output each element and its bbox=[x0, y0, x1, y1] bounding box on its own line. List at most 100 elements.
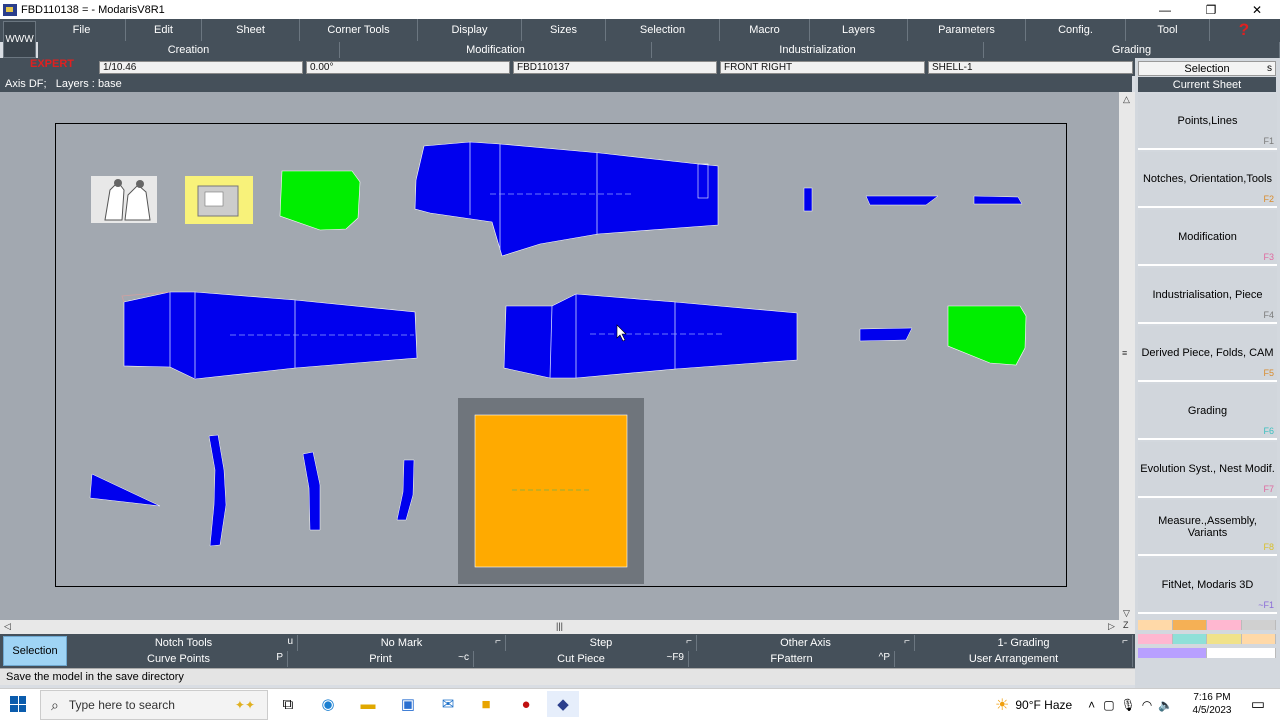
menu-corner-tools[interactable]: Corner Tools bbox=[300, 19, 418, 41]
blue-piece-sleeve-left[interactable] bbox=[121, 291, 418, 380]
blue-piece-curve-3[interactable] bbox=[396, 459, 415, 521]
no-mark-button[interactable]: No Mark ⌐ bbox=[298, 635, 506, 651]
fkey-measure-assembly[interactable]: Measure.,Assembly, Variants F8 bbox=[1138, 500, 1277, 556]
model-field[interactable]: FBD110137 bbox=[513, 61, 717, 74]
task-view-icon[interactable]: ⧉ bbox=[272, 691, 304, 717]
menu-layers[interactable]: Layers bbox=[810, 19, 908, 41]
angle-field[interactable]: 0.00° bbox=[306, 61, 510, 74]
blue-piece-sleeve-top[interactable] bbox=[414, 141, 719, 257]
selection-mode-button[interactable]: Selection bbox=[3, 636, 67, 666]
scroll-left-icon[interactable]: ◁ bbox=[4, 621, 11, 632]
fkey-notches[interactable]: Notches, Orientation,Tools F2 bbox=[1138, 152, 1277, 208]
scroll-right-icon[interactable]: ▷ bbox=[1108, 621, 1115, 632]
menu-edit[interactable]: Edit bbox=[126, 19, 202, 41]
piece-field[interactable]: FRONT RIGHT bbox=[720, 61, 925, 74]
user-arrangement-button[interactable]: User Arrangement bbox=[895, 651, 1133, 667]
scale-field[interactable]: 1/10.46 bbox=[99, 61, 303, 74]
fkey-points-lines[interactable]: Points,Lines F1 bbox=[1138, 94, 1277, 150]
zoom-icon[interactable]: Z bbox=[1123, 620, 1129, 630]
menu-sizes[interactable]: Sizes bbox=[522, 19, 606, 41]
fkey-grading[interactable]: Grading F6 bbox=[1138, 384, 1277, 440]
fkey-shortcut: F2 bbox=[1263, 194, 1274, 204]
file-explorer-icon[interactable]: ▬ bbox=[352, 691, 384, 717]
menu-tool[interactable]: Tool bbox=[1126, 19, 1210, 41]
fpattern-button[interactable]: FPattern ^P bbox=[689, 651, 895, 667]
blue-piece-sleeve-right[interactable] bbox=[503, 293, 798, 379]
shortcut-label: ^P bbox=[878, 652, 890, 663]
scroll-thumb-icon[interactable]: ≡ bbox=[1122, 348, 1127, 358]
menu-selection[interactable]: Selection bbox=[606, 19, 720, 41]
www-button[interactable]: WWW bbox=[3, 21, 36, 58]
submenu-industrialization[interactable]: Industrialization bbox=[652, 42, 984, 58]
blue-piece-small-3[interactable] bbox=[973, 195, 1023, 205]
blue-piece-small-1[interactable] bbox=[803, 187, 813, 212]
edge-browser-icon[interactable]: ◉ bbox=[312, 691, 344, 717]
color-palette-row-3[interactable] bbox=[1138, 648, 1276, 658]
blue-piece-small-4[interactable] bbox=[859, 327, 913, 342]
fkey-fitnet[interactable]: FitNet, Modaris 3D ~F1 bbox=[1138, 558, 1277, 614]
print-button[interactable]: Print ~c bbox=[288, 651, 474, 667]
notifications-icon[interactable]: ▭ bbox=[1242, 691, 1274, 717]
store-icon[interactable]: ▣ bbox=[392, 691, 424, 717]
fkey-modification[interactable]: Modification F3 bbox=[1138, 210, 1277, 266]
weather-text[interactable]: 90°F Haze bbox=[1015, 698, 1072, 712]
recorder-icon[interactable]: ● bbox=[510, 691, 542, 717]
curve-points-button[interactable]: Curve Points P bbox=[70, 651, 288, 667]
blue-piece-triangle[interactable] bbox=[89, 473, 161, 507]
photo-thumbnail[interactable] bbox=[185, 176, 253, 224]
color-palette-row-2[interactable] bbox=[1138, 634, 1276, 644]
microphone-icon[interactable]: 🎙 bbox=[1121, 698, 1136, 712]
selection-header[interactable]: Selection s bbox=[1138, 61, 1276, 76]
menu-config[interactable]: Config. bbox=[1026, 19, 1126, 41]
taskbar-clock[interactable]: 7:16 PM 4/5/2023 bbox=[1192, 690, 1232, 718]
notch-tools-button[interactable]: Notch Tools u bbox=[70, 635, 298, 651]
sketch-thumbnail[interactable] bbox=[91, 176, 157, 223]
blue-piece-curve-1[interactable] bbox=[208, 434, 227, 547]
scroll-down-icon[interactable]: ▽ bbox=[1123, 608, 1130, 619]
submenu-modification[interactable]: Modification bbox=[340, 42, 652, 58]
close-button[interactable]: ✕ bbox=[1234, 0, 1280, 19]
modaris-taskbar-icon[interactable]: ◆ bbox=[547, 691, 579, 717]
maximize-button[interactable]: ❐ bbox=[1188, 0, 1234, 19]
tray-chevron-icon[interactable]: ˄ bbox=[1088, 698, 1095, 712]
vertical-scrollbar[interactable]: △ ≡ ▽ bbox=[1119, 92, 1135, 620]
cut-piece-button[interactable]: Cut Piece ~F9 bbox=[474, 651, 689, 667]
color-palette-row-1[interactable] bbox=[1138, 620, 1276, 630]
other-axis-button[interactable]: Other Axis ⌐ bbox=[697, 635, 915, 651]
horizontal-scrollbar[interactable]: ◁ ||| ▷ Z bbox=[0, 620, 1135, 634]
network-icon[interactable]: ▢ bbox=[1103, 698, 1114, 712]
submenu-grading[interactable]: Grading bbox=[984, 42, 1280, 58]
wifi-icon[interactable]: ◠ bbox=[1142, 698, 1152, 712]
app-icon-yellow[interactable]: ■ bbox=[470, 691, 502, 717]
expert-mode-label: EXPERT bbox=[30, 58, 75, 70]
grading-selector-button[interactable]: 1- Grading ⌐ bbox=[915, 635, 1133, 651]
menu-sheet[interactable]: Sheet bbox=[202, 19, 300, 41]
orange-square-piece[interactable] bbox=[474, 414, 628, 568]
menu-display[interactable]: Display bbox=[418, 19, 522, 41]
speaker-icon[interactable]: 🔈 bbox=[1158, 698, 1173, 712]
help-icon[interactable]: ? bbox=[1234, 20, 1254, 40]
windows-start-icon[interactable] bbox=[10, 696, 26, 712]
green-piece-2[interactable] bbox=[947, 305, 1027, 366]
hscroll-thumb-icon[interactable]: ||| bbox=[556, 621, 563, 631]
fkey-label: Notches, Orientation,Tools bbox=[1142, 173, 1272, 185]
fkey-industrialisation[interactable]: Industrialisation, Piece F4 bbox=[1138, 268, 1277, 324]
step-button[interactable]: Step ⌐ bbox=[506, 635, 697, 651]
button-label: Print bbox=[369, 653, 392, 665]
fkey-shortcut: F4 bbox=[1263, 310, 1274, 320]
blue-piece-small-2[interactable] bbox=[865, 195, 939, 206]
variant-field[interactable]: SHELL-1 bbox=[928, 61, 1133, 74]
current-sheet-button[interactable]: Current Sheet bbox=[1138, 77, 1276, 92]
mail-icon[interactable]: ✉ bbox=[432, 691, 464, 717]
scroll-up-icon[interactable]: △ bbox=[1123, 94, 1130, 105]
fkey-evolution-syst[interactable]: Evolution Syst., Nest Modif. F7 bbox=[1138, 442, 1277, 498]
submenu-creation[interactable]: Creation bbox=[38, 42, 340, 58]
menu-macro[interactable]: Macro bbox=[720, 19, 810, 41]
minimize-button[interactable]: — bbox=[1142, 0, 1188, 19]
green-piece-1[interactable] bbox=[279, 170, 361, 231]
blue-piece-curve-2[interactable] bbox=[302, 451, 321, 531]
menu-file[interactable]: File bbox=[38, 19, 126, 41]
taskbar-search-box[interactable]: ⌕ Type here to search ✦✦ bbox=[40, 690, 268, 720]
fkey-derived-piece[interactable]: Derived Piece, Folds, CAM F5 bbox=[1138, 326, 1277, 382]
menu-parameters[interactable]: Parameters bbox=[908, 19, 1026, 41]
